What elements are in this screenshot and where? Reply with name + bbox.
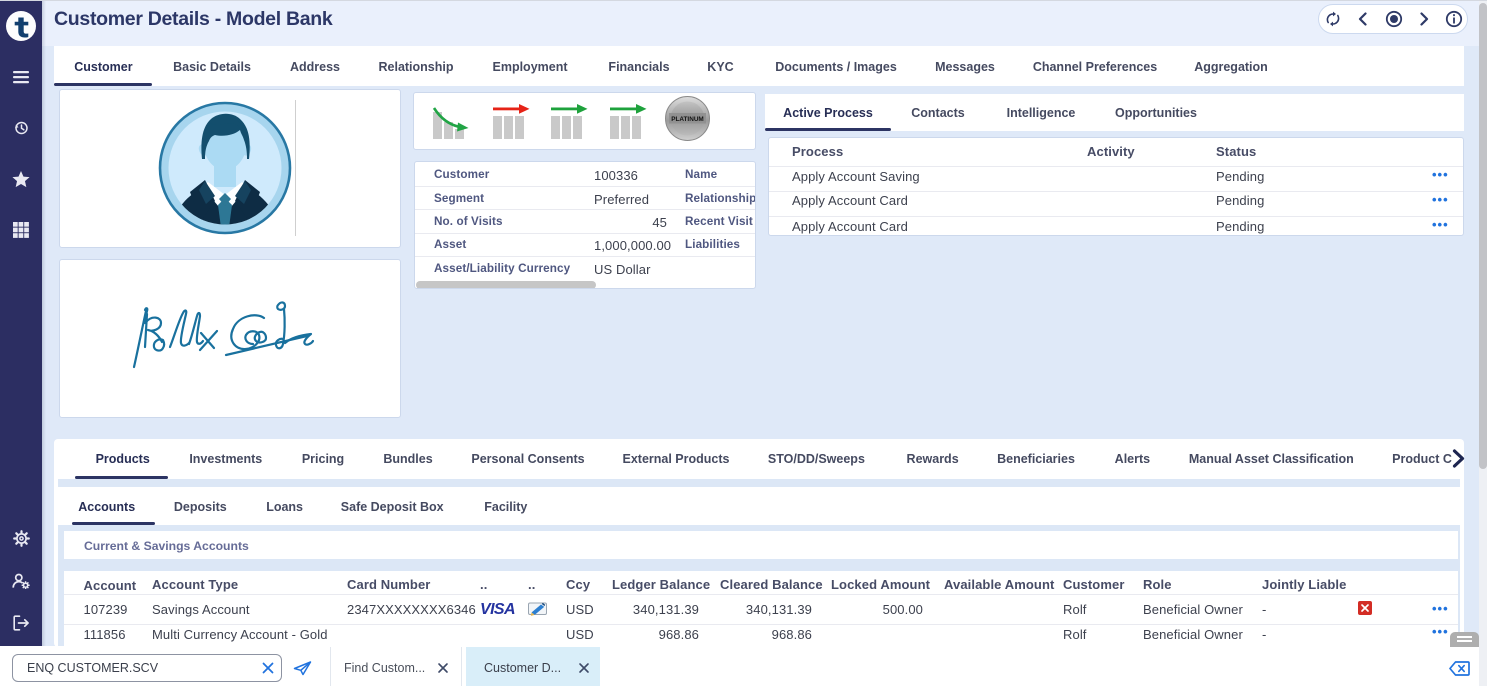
svg-text:PLATINUM: PLATINUM bbox=[671, 116, 704, 123]
